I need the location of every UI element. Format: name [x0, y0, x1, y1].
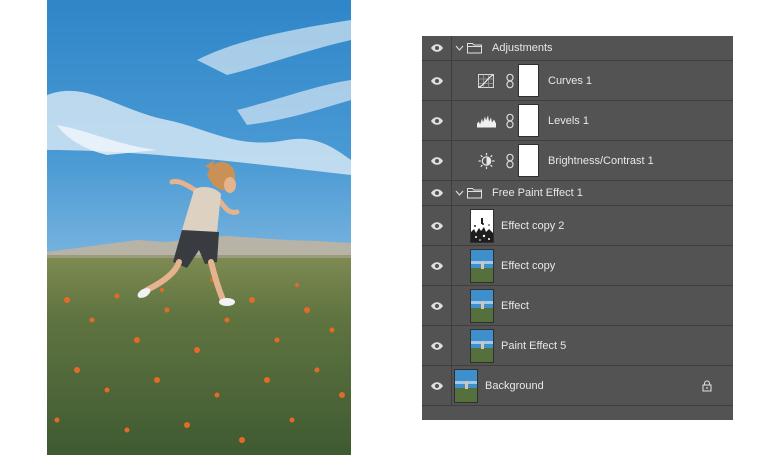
- layer-name: Free Paint Effect 1: [492, 187, 583, 199]
- folder-icon: [467, 43, 482, 54]
- lock-icon[interactable]: [702, 380, 712, 391]
- layer-name: Levels 1: [548, 114, 589, 127]
- visibility-eye-icon[interactable]: [422, 181, 452, 205]
- visibility-eye-icon[interactable]: [422, 101, 452, 140]
- layer-thumbnail[interactable]: [471, 290, 493, 322]
- layer-thumbnail[interactable]: [455, 370, 477, 402]
- layer-mask-thumbnail[interactable]: [519, 65, 538, 96]
- layer-name: Effect copy 2: [501, 219, 565, 232]
- layer-mask-thumbnail[interactable]: [519, 145, 538, 176]
- layer-levels[interactable]: Levels 1: [422, 101, 733, 141]
- visibility-eye-icon[interactable]: [422, 246, 452, 285]
- layer-curves[interactable]: Curves 1: [422, 61, 733, 101]
- visibility-eye-icon[interactable]: [422, 206, 452, 245]
- layer-group-free-paint-effect[interactable]: Free Paint Effect 1: [422, 181, 733, 206]
- layers-panel: Adjustments Curves 1 Levels 1 Brightness…: [422, 36, 733, 420]
- layer-name: Background: [485, 379, 544, 392]
- layer-name: Brightness/Contrast 1: [548, 154, 654, 167]
- folder-icon: [467, 188, 482, 199]
- layer-name: Curves 1: [548, 74, 593, 87]
- canvas-photo: [47, 0, 351, 455]
- brightness-contrast-icon: [478, 152, 495, 169]
- visibility-eye-icon[interactable]: [422, 61, 452, 100]
- layer-name: Paint Effect 5: [501, 339, 567, 352]
- layer-background[interactable]: Background: [422, 366, 733, 406]
- chevron-down-icon[interactable]: [455, 189, 464, 198]
- layer-name: Adjustments: [492, 42, 553, 54]
- layer-thumbnail[interactable]: [471, 250, 493, 282]
- visibility-eye-icon[interactable]: [422, 36, 452, 60]
- curves-icon: [478, 73, 494, 88]
- layer-name: Effect: [501, 299, 529, 312]
- layer-paint-effect-5[interactable]: Paint Effect 5: [422, 326, 733, 366]
- visibility-eye-icon[interactable]: [422, 366, 452, 405]
- layer-effect-copy[interactable]: Effect copy: [422, 246, 733, 286]
- layer-mask-thumbnail[interactable]: [519, 105, 538, 136]
- layer-thumbnail[interactable]: [471, 330, 493, 362]
- visibility-eye-icon[interactable]: [422, 286, 452, 325]
- chevron-down-icon[interactable]: [455, 44, 464, 53]
- link-icon[interactable]: [506, 153, 514, 168]
- photo-illustration: [47, 20, 351, 455]
- layer-group-adjustments[interactable]: Adjustments: [422, 36, 733, 61]
- layer-thumbnail[interactable]: [471, 210, 493, 242]
- layer-effect[interactable]: Effect: [422, 286, 733, 326]
- visibility-eye-icon[interactable]: [422, 326, 452, 365]
- visibility-eye-icon[interactable]: [422, 141, 452, 180]
- link-icon[interactable]: [506, 73, 514, 88]
- link-icon[interactable]: [506, 113, 514, 128]
- layer-brightness-contrast[interactable]: Brightness/Contrast 1: [422, 141, 733, 181]
- levels-icon: [477, 115, 496, 127]
- layer-name: Effect copy: [501, 259, 556, 272]
- layer-effect-copy-2[interactable]: Effect copy 2: [422, 206, 733, 246]
